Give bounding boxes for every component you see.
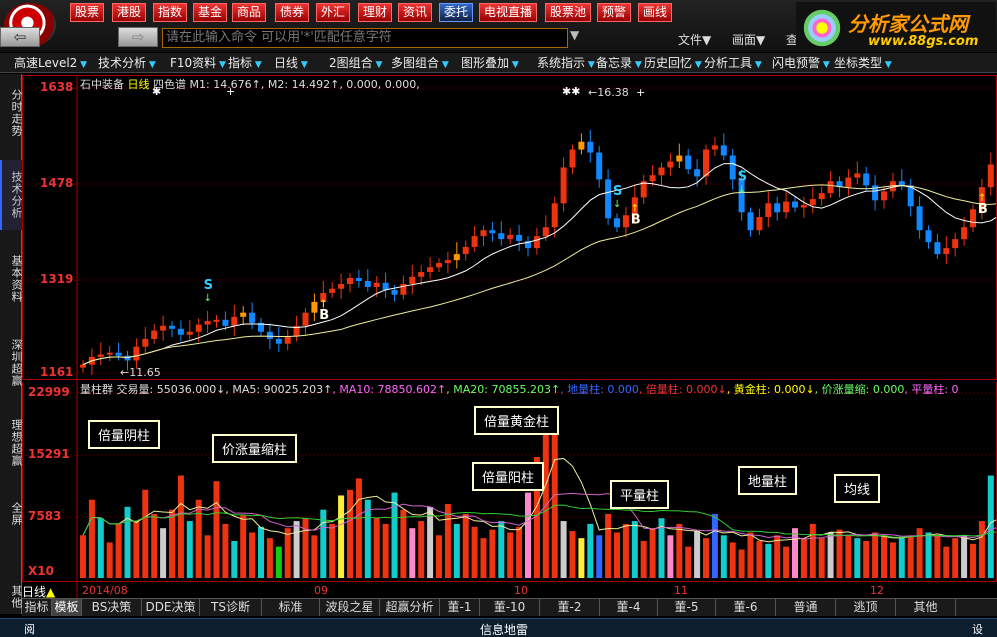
annotation-label: 倍量阴柱 [88,420,161,449]
price-info-item: 四色谱 [149,78,190,91]
annotation-label: 均线 [834,474,881,503]
price-axis-label: 1319 [40,272,74,286]
price-info-item: M1: 14.676↑ [189,78,261,91]
volume-info-item: , MA20: 70855.203↑ [446,383,561,396]
x-axis: 2014/08 09 10 11 12 [80,584,997,598]
x-axis-label: 2014/08 [82,584,128,597]
volume-indicator-line: 量柱群 交易量: 55036.000↓, MA5: 90025.203↑, MA… [80,381,959,397]
price-info-item: , M2: 14.492↑ [260,78,340,91]
x-axis-label: 09 [314,584,328,597]
x-axis-label: 10 [514,584,528,597]
template-tab[interactable]: DDE决策 [142,599,200,616]
volume-axis-label: 22999 [28,385,70,399]
price-info-item: 日线 [127,78,150,91]
app-window: ⇦ ⇨ 请在此输入命令 可以用'*'匹配任意字符 ▼ 文件▼ 画面▼ 查 分析家… [0,0,997,637]
template-tab[interactable]: 董-4 [600,599,658,616]
volume-info-item: , MA10: 78850.602↑ [332,383,447,396]
annotation-label: 地量柱 [738,466,798,495]
volume-info-item: 量柱群 [80,383,117,396]
template-tab[interactable]: TS诊断 [200,599,262,616]
template-tab[interactable]: 普通 [776,599,836,616]
info-mine-label[interactable]: 信息地雷 [480,621,528,637]
status-bar: 阅 信息地雷 设 [0,618,997,637]
volume-axis-label: 15291 [28,447,70,461]
template-tab[interactable]: 指标 [22,599,52,616]
x-axis-label: 12 [870,584,884,597]
volume-info-item: , MA5: 90025.203↑ [225,383,333,396]
volume-axis-label: X10 [28,564,54,578]
template-tab[interactable]: 董-6 [716,599,776,616]
volume-info-item: , 平量柱: 0 [904,383,959,396]
template-tab[interactable]: BS决策 [82,599,142,616]
template-tab[interactable]: 标准 [262,599,320,616]
volume-info-item: 交易量: 55036.000↓ [116,383,226,396]
annotation-label: 价涨量缩柱 [212,434,298,463]
volume-info-item: , 地量柱: 0.000 [560,383,639,396]
template-tab[interactable]: 董-2 [540,599,600,616]
price-axis-label: 1478 [40,176,74,190]
template-tab[interactable]: 超赢分析 [380,599,440,616]
period-text: 日线 [22,585,47,599]
price-panel [22,75,997,380]
price-info-item: 石中装备 [80,78,128,91]
annotation-label: 倍量阳柱 [472,462,545,491]
price-info-item: , 0.000, 0.000, [339,78,420,91]
template-tab[interactable]: 董-10 [480,599,540,616]
template-tab[interactable]: 董-5 [658,599,716,616]
price-indicator-line: 石中装备 日线 四色谱 M1: 14.676↑, M2: 14.492↑, 0.… [80,76,420,92]
volume-info-item: , 黄金柱: 0.000↓ [726,383,815,396]
status-left[interactable]: 阅 [24,621,35,637]
template-tab[interactable]: 逃顶 [836,599,896,616]
price-axis-label: 1161 [40,365,74,379]
template-tab[interactable]: 模板 [52,599,82,616]
x-axis-label: 11 [674,584,688,597]
period-triangle-icon: ▲ [46,585,56,599]
template-tab[interactable]: 波段之星 [320,599,380,616]
annotation-label: 平量柱 [610,480,670,509]
volume-info-item: , 倍量柱: 0.000↓ [638,383,727,396]
template-tab[interactable]: 其他 [896,599,956,616]
settings-button[interactable]: 设 [972,621,983,637]
annotation-label: 倍量黄金柱 [474,406,560,435]
template-tab[interactable]: 董-1 [440,599,480,616]
volume-info-item: , 价涨量缩: 0.000 [814,383,905,396]
volume-axis-label: 7583 [28,509,62,523]
template-bar: 指标 模板 BS决策 DDE决策 TS诊断 标准 波段之星 超赢分析 董-1 董-10 董-2 董-4… [22,598,997,616]
price-axis-label: 1638 [40,80,74,94]
